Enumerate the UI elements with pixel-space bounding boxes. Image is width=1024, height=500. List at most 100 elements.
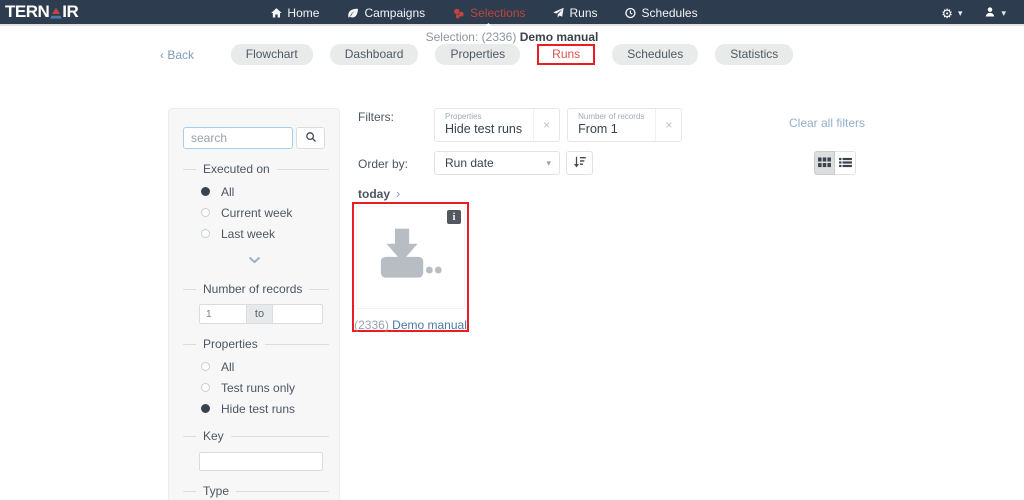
selections-icon [452, 7, 465, 20]
app-window: TERN IR Home Campaigns Selections Runs S… [0, 0, 1024, 500]
user-dropdown[interactable]: ▾ [984, 6, 1006, 21]
order-by-value: Run date [445, 156, 494, 170]
selection-name: Demo manual [519, 30, 599, 44]
remove-chip-button[interactable]: × [533, 109, 559, 142]
run-card-annotation: i (2336) Demo manual [352, 202, 469, 332]
chevron-down-icon [248, 251, 261, 269]
schedules-icon [625, 7, 637, 19]
info-badge-icon[interactable]: i [447, 210, 461, 224]
user-icon [984, 6, 996, 21]
run-name-link[interactable]: Demo manual [392, 318, 467, 332]
nav-item-label: Campaigns [364, 6, 426, 20]
main-nav: Home Campaigns Selections Runs Schedules [270, 0, 698, 28]
tab-schedules[interactable]: Schedules [612, 44, 699, 66]
records-to-input[interactable] [273, 304, 323, 324]
active-nav-caret [483, 23, 494, 28]
tab-statistics[interactable]: Statistics [715, 44, 794, 66]
results-group-header: today › [358, 186, 400, 201]
order-by-select[interactable]: Run date ▾ [434, 151, 560, 175]
chevron-down-icon: ▾ [546, 157, 551, 168]
show-more-executed-on[interactable] [169, 251, 339, 269]
clear-all-filters-link[interactable]: Clear all filters [789, 116, 865, 130]
tab-dashboard[interactable]: Dashboard [329, 44, 419, 66]
ternair-logo[interactable]: TERN IR [5, 2, 79, 22]
gear-icon: ⚙ [941, 5, 953, 21]
home-icon [270, 7, 282, 19]
nav-item-label: Runs [569, 6, 598, 20]
chip-content: Properties Hide test runs [435, 109, 533, 141]
nav-item-selections[interactable]: Selections [452, 0, 526, 28]
section-title-executed-on: Executed on [183, 162, 329, 176]
chevron-right-icon[interactable]: › [396, 186, 400, 201]
chip-value: From 1 [578, 121, 618, 136]
list-view-icon [838, 156, 852, 171]
runs-tab-annotation: Runs [537, 44, 596, 66]
remove-chip-button[interactable]: × [655, 109, 681, 142]
radio-executed-current-week[interactable]: Current week [201, 205, 339, 220]
radio-executed-all[interactable]: All [201, 184, 339, 199]
group-label: today [358, 186, 391, 201]
download-run-icon [379, 228, 443, 287]
records-from-input[interactable] [199, 304, 247, 324]
settings-dropdown[interactable]: ⚙ ▾ [941, 7, 962, 20]
nav-item-home[interactable]: Home [270, 0, 319, 26]
nav-item-label: Schedules [641, 6, 698, 20]
run-id: (2336) [354, 318, 389, 332]
radio-dot [201, 187, 210, 196]
list-view-button[interactable] [835, 151, 856, 175]
filter-sidebar: Executed on All Current week Last week N… [168, 108, 340, 500]
filter-chip-number-of-records: Number of records From 1 × [567, 108, 683, 143]
section-title-properties: Properties [183, 337, 329, 351]
radio-dot [201, 229, 210, 238]
view-toggle-group [814, 151, 856, 175]
chevron-down-icon: ▾ [1001, 7, 1006, 18]
grid-view-button[interactable] [814, 151, 835, 175]
nav-item-schedules[interactable]: Schedules [625, 0, 698, 26]
tab-properties[interactable]: Properties [435, 44, 521, 66]
logo-text-pre: TERN [5, 2, 50, 21]
run-card[interactable]: i [356, 206, 465, 309]
radio-dot [201, 362, 210, 371]
chevron-down-icon: ▾ [957, 7, 963, 18]
active-filter-chips: Properties Hide test runs × Number of re… [434, 108, 683, 143]
order-by-label: Order by: [358, 157, 409, 171]
radio-properties-all[interactable]: All [201, 359, 339, 374]
search-input[interactable] [183, 127, 293, 149]
logo-triangle-icon [50, 7, 63, 19]
filter-chip-properties: Properties Hide test runs × [434, 108, 561, 143]
search-button[interactable] [296, 127, 325, 149]
sort-descending-icon [573, 155, 587, 172]
campaigns-icon [346, 7, 359, 20]
selection-tabs: Flowchart Dashboard Properties Runs Sche… [0, 44, 1024, 66]
close-icon: × [665, 118, 673, 133]
section-title-type: Type [183, 484, 329, 498]
chip-category: Number of records [578, 112, 645, 121]
nav-item-runs[interactable]: Runs [553, 0, 598, 26]
selection-title: Selection: (2336) Demo manual [0, 30, 1024, 44]
chip-value: Hide test runs [445, 121, 523, 136]
tab-flowchart[interactable]: Flowchart [230, 44, 313, 66]
chip-content: Number of records From 1 [568, 109, 655, 141]
key-input[interactable] [199, 452, 323, 471]
radio-executed-last-week[interactable]: Last week [201, 226, 339, 241]
search-group [183, 127, 325, 149]
radio-test-runs-only[interactable]: Test runs only [201, 380, 339, 395]
filters-label: Filters: [358, 110, 394, 124]
radio-hide-test-runs[interactable]: Hide test runs [201, 401, 339, 416]
tab-runs[interactable]: Runs [539, 46, 593, 63]
radio-dot [201, 404, 210, 413]
run-card-label: (2336) Demo manual [354, 318, 467, 332]
selection-id: Selection: (2336) [425, 30, 517, 44]
radio-dot [201, 208, 210, 217]
nav-item-campaigns[interactable]: Campaigns [346, 0, 425, 26]
top-navbar: TERN IR Home Campaigns Selections Runs S… [0, 0, 1024, 28]
grid-view-icon [818, 156, 831, 171]
runs-icon [553, 7, 565, 19]
sort-direction-button[interactable] [566, 151, 593, 175]
section-title-key: Key [183, 429, 329, 443]
radio-dot [201, 383, 210, 392]
close-icon: × [543, 118, 551, 133]
records-range-group: to [199, 304, 339, 324]
section-title-number-of-records: Number of records [183, 282, 329, 296]
chip-category: Properties [445, 112, 482, 121]
